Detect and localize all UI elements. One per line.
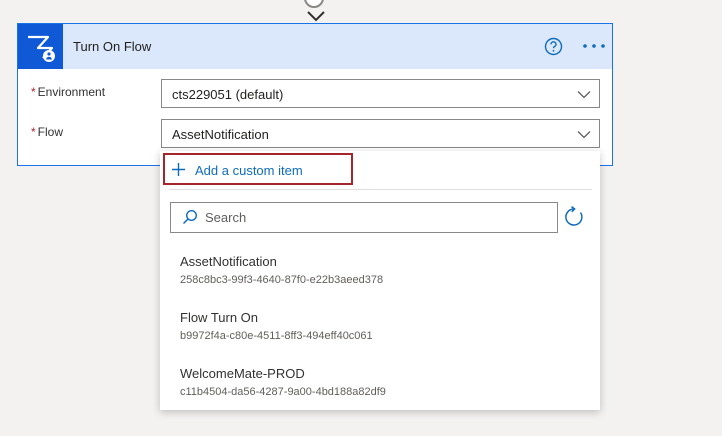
flow-label: * Flow	[31, 125, 63, 139]
action-card: Turn On Flow * Environment cts229051 (def…	[17, 23, 613, 166]
action-card-header[interactable]: Turn On Flow	[18, 24, 612, 69]
environment-select[interactable]: cts229051 (default)	[161, 79, 600, 108]
plus-icon	[172, 163, 185, 176]
list-item-id: b9972f4a-c80e-4511-8ff3-494eff40c061	[180, 330, 373, 342]
flow-value: AssetNotification	[172, 127, 269, 142]
flow-select[interactable]: AssetNotification	[161, 119, 600, 148]
refresh-icon[interactable]	[563, 206, 585, 228]
help-icon[interactable]	[544, 37, 563, 56]
required-marker: *	[31, 85, 36, 99]
list-item-name: WelcomeMate-PROD	[180, 366, 305, 381]
chevron-down-icon	[577, 131, 591, 139]
list-item-id: 258c8bc3-99f3-4640-87f0-e22b3aeed378	[180, 274, 384, 286]
environment-label: * Environment	[31, 85, 105, 99]
required-marker: *	[31, 125, 36, 139]
more-icon[interactable]	[581, 36, 607, 56]
search-icon	[182, 209, 198, 225]
environment-label-text: Environment	[37, 85, 106, 99]
divider	[169, 189, 592, 190]
connector-add-step-icon[interactable]	[304, 0, 324, 8]
action-title: Turn On Flow	[73, 39, 152, 54]
power-automate-icon	[18, 24, 63, 69]
environment-value: cts229051 (default)	[172, 87, 284, 102]
search-input[interactable]	[205, 208, 545, 227]
list-item-id: c11b4504-da56-4287-9a00-4bd188a82df9	[180, 386, 386, 398]
list-item-name: AssetNotification	[180, 254, 277, 269]
add-custom-item-label: Add a custom item	[195, 163, 303, 178]
list-item-name: Flow Turn On	[180, 310, 259, 325]
list-item[interactable]: WelcomeMate-PROD c11b4504-da56-4287-9a00…	[180, 366, 580, 399]
connector-arrow-icon	[307, 11, 325, 22]
flow-label-text: Flow	[37, 125, 64, 139]
flow-dropdown-panel: Add a custom item AssetNotification 258c…	[160, 151, 600, 410]
list-item[interactable]: AssetNotification 258c8bc3-99f3-4640-87f…	[180, 254, 580, 287]
add-custom-item-button[interactable]: Add a custom item	[163, 153, 353, 185]
chevron-down-icon	[577, 91, 591, 99]
list-item[interactable]: Flow Turn On b9972f4a-c80e-4511-8ff3-494…	[180, 310, 580, 343]
search-box[interactable]	[170, 202, 558, 233]
